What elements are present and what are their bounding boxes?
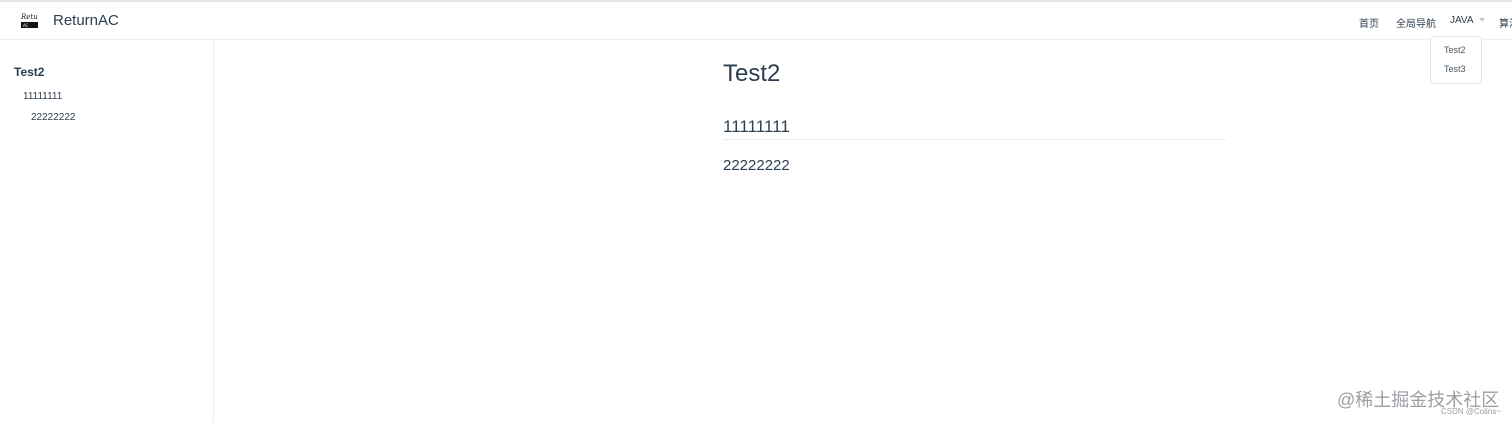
java-dropdown-menu: Test2 Test3 [1430, 36, 1482, 84]
nav-link-global-nav[interactable]: 全局导航 [1396, 15, 1436, 30]
sidebar: Test2 11111111 22222222 [0, 41, 214, 422]
logo-icon[interactable]: Retu AC [20, 11, 40, 31]
dropdown-item-test2[interactable]: Test2 [1444, 45, 1466, 55]
nav-link-home[interactable]: 首页 [1359, 15, 1379, 30]
heading-divider [723, 139, 1226, 140]
navbar: Retu AC ReturnAC 首页 全局导航 JAVA 算法 [0, 2, 1512, 40]
sidebar-link-h2[interactable]: 11111111 [23, 91, 62, 102]
site-name[interactable]: ReturnAC [53, 12, 119, 29]
page-title: Test2 [723, 60, 781, 87]
svg-text:AC: AC [23, 23, 29, 28]
nav-link-java-label: JAVA [1450, 15, 1474, 26]
sidebar-title[interactable]: Test2 [14, 65, 44, 79]
svg-text:Retu: Retu [20, 13, 38, 21]
section-heading: 11111111 [723, 117, 790, 136]
page: Retu AC ReturnAC 首页 全局导航 JAVA 算法 Test2 T… [0, 0, 1512, 422]
nav-link-algorithm[interactable]: 算法 [1499, 15, 1512, 30]
chevron-down-icon [1478, 18, 1485, 23]
sidebar-link-h3[interactable]: 22222222 [31, 112, 76, 123]
dropdown-item-test3[interactable]: Test3 [1444, 64, 1466, 74]
nav-link-java[interactable]: JAVA [1450, 15, 1485, 26]
subsection-heading: 22222222 [723, 157, 790, 174]
watermark-credit: CSDN @Colins~ [1441, 407, 1501, 416]
